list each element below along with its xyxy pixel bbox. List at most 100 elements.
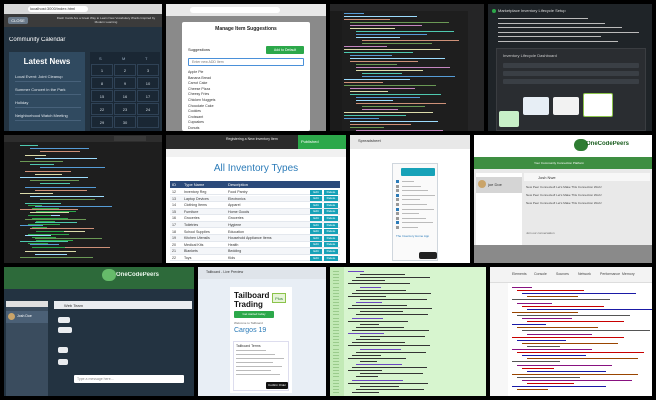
edit-button[interactable]: Edit	[310, 215, 322, 221]
table-row: 21 Blankets Bedding Edit Delete	[170, 248, 340, 255]
edit-button[interactable]: Edit	[310, 235, 322, 241]
suggestion-item[interactable]: Carrot Cake	[188, 81, 298, 85]
card-highlight[interactable]	[583, 93, 613, 117]
devtools-tab[interactable]: Elements	[512, 272, 527, 276]
news-item[interactable]: Local Event: Joint Cleanup	[15, 74, 81, 82]
devtools-tab[interactable]: Console	[534, 272, 547, 276]
close-button[interactable]: CLOSE	[8, 17, 28, 24]
delete-button[interactable]: Delete	[324, 215, 338, 221]
edit-button[interactable]: Edit	[310, 242, 322, 248]
card-white[interactable]	[523, 97, 549, 115]
calendar-cell[interactable]: 1	[91, 64, 113, 76]
cell-id: 18	[172, 229, 176, 234]
suggestion-item[interactable]: Banana Bread	[188, 76, 298, 80]
user-item[interactable]: joe Doe	[476, 177, 522, 193]
news-item[interactable]: Summer Concert in the Park	[15, 87, 81, 95]
gutter-number	[333, 314, 339, 316]
calendar-cell[interactable]: 15	[91, 90, 113, 102]
confirm-button[interactable]: Confirm Order	[266, 382, 288, 389]
code-line	[352, 329, 429, 331]
edit-button[interactable]: Edit	[310, 248, 322, 254]
delete-button[interactable]: Delete	[324, 229, 338, 235]
edit-button[interactable]: Edit	[310, 202, 322, 208]
suggestion-item[interactable]: Donuts	[188, 126, 298, 130]
news-item[interactable]: Neighborhood Watch Meeting	[15, 113, 81, 121]
edit-button[interactable]: Edit	[310, 222, 322, 228]
edit-button[interactable]: Edit	[310, 255, 322, 261]
message-input[interactable]: Type a message here...	[74, 375, 184, 383]
suggestion-item[interactable]: Cheese Pizza	[188, 87, 298, 91]
delete-button[interactable]: Delete	[324, 235, 338, 241]
url-bar[interactable]: localhost:3000/index.html	[28, 6, 88, 12]
calendar-cell[interactable]	[137, 116, 159, 128]
calendar-cell[interactable]: 24	[137, 103, 159, 115]
url-bar[interactable]	[190, 7, 280, 13]
edit-button[interactable]: Edit	[310, 229, 322, 235]
code-line	[362, 40, 459, 41]
devtools-tab[interactable]: Sources	[556, 272, 569, 276]
plus-badge: Plus	[272, 293, 286, 303]
edit-button[interactable]: Edit	[310, 189, 322, 195]
suggestion-item[interactable]: Cookies	[188, 109, 298, 113]
new-item-input[interactable]: Enter new ADD Item	[188, 58, 304, 66]
dark-button[interactable]	[419, 252, 437, 259]
card-green[interactable]	[499, 111, 519, 127]
suggestion-item[interactable]: Cheesy Fries	[188, 92, 298, 96]
delete-button[interactable]: Delete	[324, 202, 338, 208]
edit-button[interactable]: Edit	[310, 196, 322, 202]
terminal-line	[32, 217, 68, 219]
logo-icon	[102, 269, 116, 281]
gutter-number	[333, 354, 339, 356]
console-line	[517, 314, 630, 316]
add-to-default-button[interactable]: Add to Default	[266, 46, 304, 54]
calendar-cell[interactable]: 3	[137, 64, 159, 76]
delete-button[interactable]: Delete	[324, 196, 338, 202]
calendar-cell[interactable]: 29	[91, 116, 113, 128]
devtools-tab[interactable]: Network	[578, 272, 591, 276]
devtools-tab[interactable]: Performance	[600, 272, 620, 276]
suggestion-item[interactable]: Cupcakes	[188, 120, 298, 124]
gutter-number	[333, 302, 339, 303]
gutter-number	[333, 370, 339, 372]
calendar-cell[interactable]: 8	[91, 77, 113, 89]
card-white[interactable]	[553, 97, 579, 115]
tab-label[interactable]: Tailboard - Live Preview	[206, 270, 276, 274]
calendar-cell[interactable]: 23	[114, 103, 136, 115]
suggestion-item[interactable]: Chocolate Cake	[188, 104, 298, 108]
form-row	[503, 71, 639, 76]
delete-button[interactable]: Delete	[324, 255, 338, 261]
calendar-cell[interactable]: 2	[114, 64, 136, 76]
suggestion-item[interactable]: Chicken Nuggets	[188, 98, 298, 102]
delete-button[interactable]: Delete	[324, 248, 338, 254]
devtools-tabs: Elements Console Sources Network Performance…	[490, 267, 652, 283]
suggestion-item[interactable]: Croissant	[188, 115, 298, 119]
calendar-cell[interactable]: 10	[137, 77, 159, 89]
delete-button[interactable]: Delete	[324, 242, 338, 248]
calendar-cell[interactable]: 9	[114, 77, 136, 89]
tile-peer-chat-light: OneCodePeers Your Community Connection P…	[474, 135, 652, 263]
news-item[interactable]: Holiday	[15, 100, 81, 108]
devtools-tab[interactable]: Memory	[622, 272, 635, 276]
delete-button[interactable]: Delete	[324, 189, 338, 195]
edit-button[interactable]: Edit	[310, 209, 322, 215]
console-line	[512, 299, 610, 301]
calendar-cell[interactable]: 30	[114, 116, 136, 128]
row-icon	[396, 203, 399, 206]
get-started-button[interactable]: Get started today	[234, 311, 274, 318]
app-title: Inventory Lifecycle Dashboard	[503, 53, 557, 58]
calendar-cell[interactable]: 17	[137, 90, 159, 102]
col-type: Type Name	[184, 182, 205, 187]
user-item[interactable]: Josh Doe	[6, 311, 48, 323]
message: New Peer Connected! Let's Make This Conn…	[526, 193, 602, 197]
delete-button[interactable]: Delete	[324, 209, 338, 215]
suggestion-item[interactable]: Apple Pie	[188, 70, 298, 74]
avatar	[8, 313, 15, 320]
delete-button[interactable]: Delete	[324, 222, 338, 228]
code-line	[344, 79, 410, 80]
calendar-cell[interactable]: 16	[114, 90, 136, 102]
code-line	[344, 13, 364, 14]
calendar-cell[interactable]: 22	[91, 103, 113, 115]
cell-type: Kitchen Utensils	[184, 236, 210, 241]
active-tab[interactable]	[114, 136, 146, 141]
row-line	[402, 194, 435, 196]
